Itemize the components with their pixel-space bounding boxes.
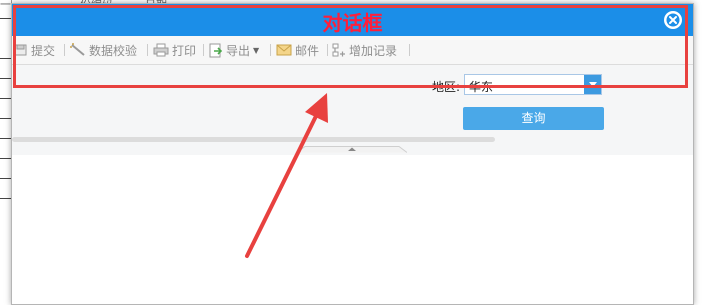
toolbar-export-button[interactable]: 导出 ▼ [209,42,259,58]
toolbar-separator [147,44,148,56]
mail-icon [276,44,292,56]
query-panel: 地区: 华东 查询 [12,65,693,155]
dialog-window: 对话框 提交 数据校验 打印 导出 ▼ 邮件 增加记录 地区: 华东 查询 [11,3,694,305]
horizontal-scrollbar[interactable] [12,137,495,142]
toolbar-item-label: 提交 [31,43,56,58]
toolbar-separator [270,44,271,56]
submit-icon [14,44,27,56]
magic-wand-icon [70,43,85,56]
dialog-titlebar[interactable]: 对话框 [12,4,693,36]
add-record-icon [332,43,345,57]
query-button[interactable]: 查询 [463,107,604,130]
toolbar-item-label: 增加记录 [349,43,398,58]
region-select-value: 华东 [469,80,494,94]
toolbar-item-label: 数据校验 [89,43,138,58]
toolbar-item-label: 导出 [226,43,251,58]
toolbar-item-label: 邮件 [295,43,320,58]
region-select[interactable]: 华东 [464,74,602,95]
dropdown-button[interactable] [584,75,601,94]
toolbar-separator [409,44,410,56]
toolbar-print-button[interactable]: 打印 [153,42,196,58]
export-icon [209,43,223,57]
toolbar-add-record-button[interactable]: 增加记录 [332,42,397,58]
chevron-down-icon [588,82,597,87]
toolbar-item-label: 打印 [172,43,197,58]
toolbar-submit-button[interactable]: 提交 [14,42,55,58]
dialog-title: 对话框 [322,11,383,35]
printer-icon [153,43,169,57]
sheet-header-text: 一 [0,0,11,11]
toolbar-separator [64,44,65,56]
collapse-handle[interactable] [297,145,407,153]
chevron-down-icon: ▼ [253,45,260,55]
toolbar-separator [327,44,328,56]
region-label: 地区: [432,80,461,94]
toolbar-mail-button[interactable]: 邮件 [276,42,319,58]
toolbar: 提交 数据校验 打印 导出 ▼ 邮件 增加记录 [12,36,693,65]
close-icon[interactable] [664,11,682,29]
toolbar-validate-button[interactable]: 数据校验 [70,42,137,58]
toolbar-separator [203,44,204,56]
